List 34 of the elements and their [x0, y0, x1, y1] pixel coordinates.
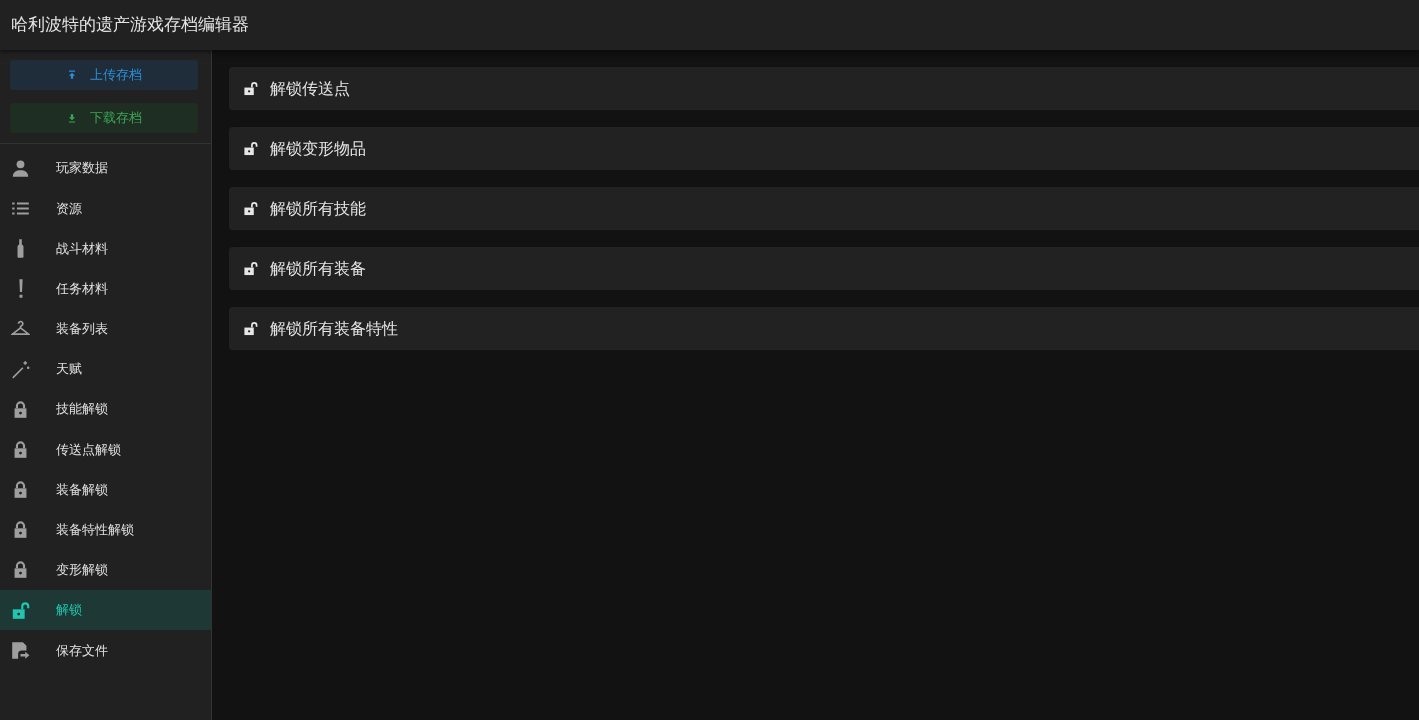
- accordion-header[interactable]: 解锁传送点: [229, 67, 1419, 110]
- save-file-icon: [11, 640, 30, 660]
- unlocked-padlock-icon: [11, 600, 30, 620]
- sidebar-item[interactable]: 资源: [0, 188, 211, 229]
- sidebar-item[interactable]: 装备特性解锁: [0, 509, 211, 550]
- accordion-header[interactable]: 解锁所有装备: [229, 247, 1419, 290]
- sidebar-item[interactable]: 技能解锁: [0, 389, 211, 430]
- sidebar-item[interactable]: 任务材料: [0, 268, 211, 309]
- bottle-icon: [17, 238, 24, 258]
- sidebar-item[interactable]: 保存文件: [0, 630, 211, 671]
- unlocked-padlock-icon: [243, 261, 258, 276]
- sidebar-item[interactable]: 玩家数据: [0, 148, 211, 189]
- accordion-header[interactable]: 解锁所有装备特性: [229, 307, 1419, 350]
- upload-icon: [66, 69, 78, 81]
- sidebar-item[interactable]: 装备解锁: [0, 469, 211, 510]
- accordion-header[interactable]: 解锁所有技能: [229, 187, 1419, 230]
- exclamation-icon: [18, 279, 23, 299]
- unlocked-padlock-icon: [243, 81, 258, 96]
- sidebar-item[interactable]: 传送点解锁: [0, 429, 211, 470]
- upload-button[interactable]: 上传存档: [10, 60, 198, 90]
- sidebar-item[interactable]: 天赋: [0, 348, 211, 390]
- app-title: 哈利波特的遗产游戏存档编辑器: [10, 14, 249, 37]
- unlocked-padlock-icon: [243, 141, 258, 156]
- sidebar-item[interactable]: 装备列表: [0, 308, 211, 349]
- unlocked-padlock-icon: [243, 321, 258, 336]
- sidebar-item[interactable]: 变形解锁: [0, 549, 211, 591]
- sidebar-item[interactable]: 战斗材料: [0, 228, 211, 269]
- download-button[interactable]: 下载存档: [10, 103, 198, 133]
- magic-wand-icon: [11, 359, 30, 379]
- unlocked-padlock-icon: [243, 201, 258, 216]
- sidebar-item[interactable]: 解锁: [0, 590, 211, 631]
- download-icon: [66, 112, 78, 124]
- accordion-header[interactable]: 解锁变形物品: [229, 127, 1419, 170]
- person-icon: [11, 158, 30, 178]
